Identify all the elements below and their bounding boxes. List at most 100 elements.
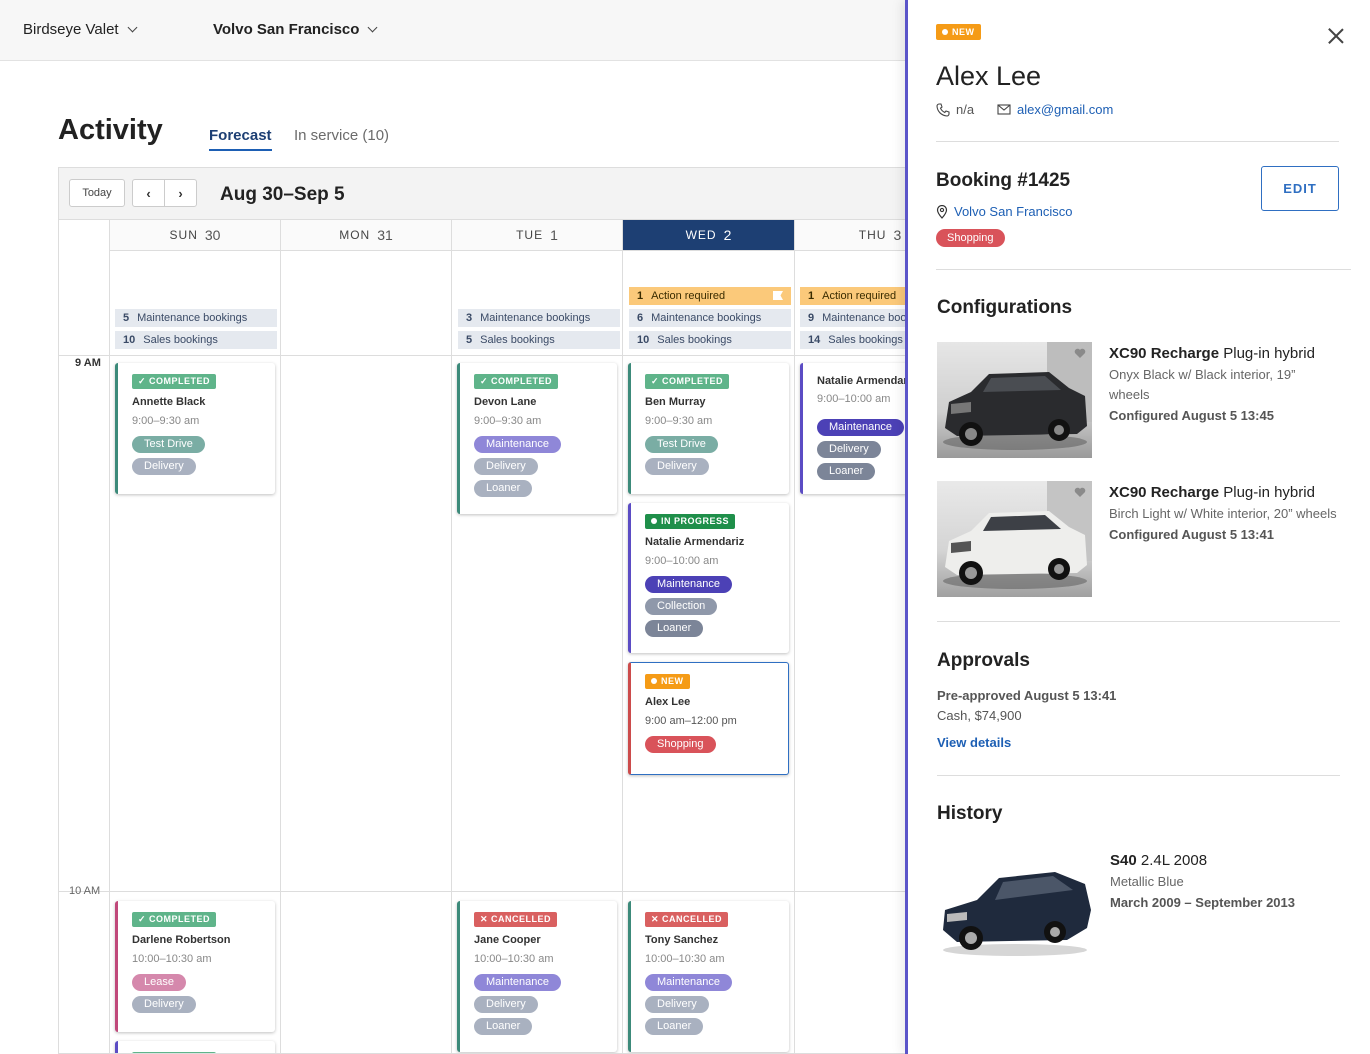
sales-summary[interactable]: 10 Sales bookings xyxy=(629,331,791,349)
day-header-tue[interactable]: TUE 1 xyxy=(452,220,623,251)
count: 14 xyxy=(808,334,821,346)
booking-card[interactable]: IN PROGRESS Natalie Armendariz 9:00–10:0… xyxy=(628,503,789,653)
action-required-summary[interactable]: 1 Action required xyxy=(800,287,908,305)
customer-name: Natalie Armendariz xyxy=(817,375,908,387)
tag-delivery: Delivery xyxy=(645,996,709,1013)
status-dot-icon xyxy=(651,678,657,684)
booking-card[interactable]: ✕ CANCELLED Tony Sanchez 10:00–10:30 am … xyxy=(628,901,789,1052)
action-required-summary[interactable]: 1 Action required xyxy=(629,287,791,305)
tag-test-drive: Test Drive xyxy=(132,436,205,453)
heart-icon[interactable] xyxy=(1074,487,1086,498)
maintenance-summary[interactable]: 6 Maintenance bookings xyxy=(629,309,791,327)
day-header-sun[interactable]: SUN 30 xyxy=(110,220,281,251)
count: 3 xyxy=(466,312,473,324)
tag-collection: Collection xyxy=(645,598,718,615)
count: 9 xyxy=(808,312,815,324)
configured-date: Configured August 5 13:45 xyxy=(1109,408,1274,423)
sales-summary[interactable]: 5 Sales bookings xyxy=(458,331,620,349)
divider xyxy=(936,269,1351,270)
booking-time: 10:00–10:30 am xyxy=(132,953,212,965)
booking-time: 9:00–9:30 am xyxy=(132,415,200,427)
heart-icon[interactable] xyxy=(1074,348,1086,359)
approvals-heading: Approvals xyxy=(937,650,1030,671)
history-heading: History xyxy=(937,803,1003,824)
day-header-thu[interactable]: THU 3 xyxy=(795,220,908,251)
tag-lease: Lease xyxy=(132,974,186,991)
customer-name: Darlene Robertson xyxy=(132,934,231,946)
summary-label: Sales bookings xyxy=(480,334,555,346)
booking-location[interactable]: Volvo San Francisco xyxy=(936,204,1073,219)
booking-card[interactable]: Natalie Armendariz 9:00–10:00 am Mainten… xyxy=(800,363,908,494)
day-number: 3 xyxy=(893,227,902,243)
tag-maintenance: Maintenance xyxy=(474,436,561,453)
summary-label: Maintenance bookings xyxy=(651,312,762,324)
car-description: Onyx Black w/ Black interior, 19” wheels xyxy=(1109,367,1296,402)
maintenance-summary[interactable]: 5 Maintenance bookings xyxy=(115,309,277,327)
next-week-button[interactable]: › xyxy=(165,180,196,206)
tag-delivery: Delivery xyxy=(645,458,709,475)
today-button[interactable]: Today xyxy=(69,179,125,207)
tag-delivery: Delivery xyxy=(474,458,538,475)
status-badge: ✓ COMPLETED xyxy=(474,374,559,389)
booking-card[interactable]: ✓ COMPLETED Darlene Robertson 10:00–10:3… xyxy=(115,901,275,1032)
customer-name: Jane Cooper xyxy=(474,934,541,946)
summary-label: Sales bookings xyxy=(657,334,732,346)
sales-summary[interactable]: 10 Sales bookings xyxy=(115,331,277,349)
booking-time: 9:00–9:30 am xyxy=(645,415,713,427)
booking-number: Booking #1425 xyxy=(936,170,1071,191)
car-description: Birch Light w/ White interior, 20” wheel… xyxy=(1109,506,1337,521)
day-header-mon[interactable]: MON 31 xyxy=(281,220,452,251)
booking-card[interactable]: ✓ COMPLETED Annette Black 9:00–9:30 am T… xyxy=(115,363,275,494)
tab-in-service[interactable]: In service (10) xyxy=(294,127,389,149)
car-variant: Plug-in hybrid xyxy=(1219,345,1315,362)
tag-delivery: Delivery xyxy=(132,458,196,475)
maintenance-summary[interactable]: 9 Maintenance bookings xyxy=(800,309,908,327)
booking-time: 9:00 am–12:00 pm xyxy=(645,715,737,727)
tag-maintenance: Maintenance xyxy=(645,974,732,991)
history-car-image[interactable] xyxy=(937,850,1092,962)
email[interactable]: alex@gmail.com xyxy=(997,102,1113,117)
sales-summary[interactable]: 14 Sales bookings xyxy=(800,331,908,349)
top-bar: Birdseye Valet Volvo San Francisco xyxy=(0,0,908,61)
email-link[interactable]: alex@gmail.com xyxy=(1017,102,1113,117)
new-badge: NEW xyxy=(936,24,981,40)
car-description: Metallic Blue xyxy=(1110,874,1184,889)
car-photo-icon xyxy=(943,481,1092,589)
car-image[interactable] xyxy=(937,342,1092,458)
car-image[interactable] xyxy=(937,481,1092,597)
location-link[interactable]: Volvo San Francisco xyxy=(954,204,1073,219)
view-details-link[interactable]: View details xyxy=(937,735,1011,750)
booking-card[interactable]: ✕ CANCELLED Jane Cooper 10:00–10:30 am M… xyxy=(457,901,617,1052)
status-badge: ✓ COMPLETED xyxy=(132,912,217,927)
summary-label: Maintenance bookings xyxy=(480,312,591,324)
maintenance-summary[interactable]: 3 Maintenance bookings xyxy=(458,309,620,327)
tag-delivery: Delivery xyxy=(132,996,196,1013)
booking-card-selected[interactable]: NEW Alex Lee 9:00 am–12:00 pm Shopping xyxy=(628,662,789,775)
car-model: XC90 Recharge xyxy=(1109,345,1220,362)
booking-detail-panel: NEW Alex Lee n/a alex@gmail.com Booking … xyxy=(905,0,1370,1054)
badge-label: NEW xyxy=(952,27,975,37)
car-model: S40 xyxy=(1110,852,1137,869)
calendar: Today ‹ › Aug 30–Sep 5 SUN 30 MON 31 TUE 1 … xyxy=(58,167,908,1054)
summary-label: Maintenance bookings xyxy=(137,312,248,324)
dealer-selector[interactable]: Volvo San Francisco xyxy=(213,21,378,38)
summary-label: Sales bookings xyxy=(828,334,903,346)
edit-button[interactable]: EDIT xyxy=(1261,166,1339,211)
booking-card[interactable]: ✓ COMPLETED Ben Murray 9:00–9:30 am Test… xyxy=(628,363,789,494)
booking-card[interactable]: ✓ COMPLETED xyxy=(115,1041,275,1053)
history-details: S40 2.4L 2008 Metallic Blue March 2009 –… xyxy=(1110,851,1340,913)
tab-forecast[interactable]: Forecast xyxy=(209,127,272,151)
booking-card[interactable]: ✓ COMPLETED Devon Lane 9:00–9:30 am Main… xyxy=(457,363,617,514)
close-icon[interactable] xyxy=(1328,28,1344,44)
car-variant: Plug-in hybrid xyxy=(1219,484,1315,501)
divider xyxy=(936,141,1339,142)
org-selector[interactable]: Birdseye Valet xyxy=(23,21,138,38)
day-number: 31 xyxy=(377,227,393,243)
day-header-wed[interactable]: WED 2 xyxy=(623,220,795,251)
tag-loaner: Loaner xyxy=(474,1018,533,1035)
chevron-down-icon xyxy=(367,22,378,33)
location-pin-icon xyxy=(936,204,948,219)
org-name: Birdseye Valet xyxy=(23,21,119,38)
prev-week-button[interactable]: ‹ xyxy=(133,180,165,206)
day-number: 30 xyxy=(204,227,221,243)
